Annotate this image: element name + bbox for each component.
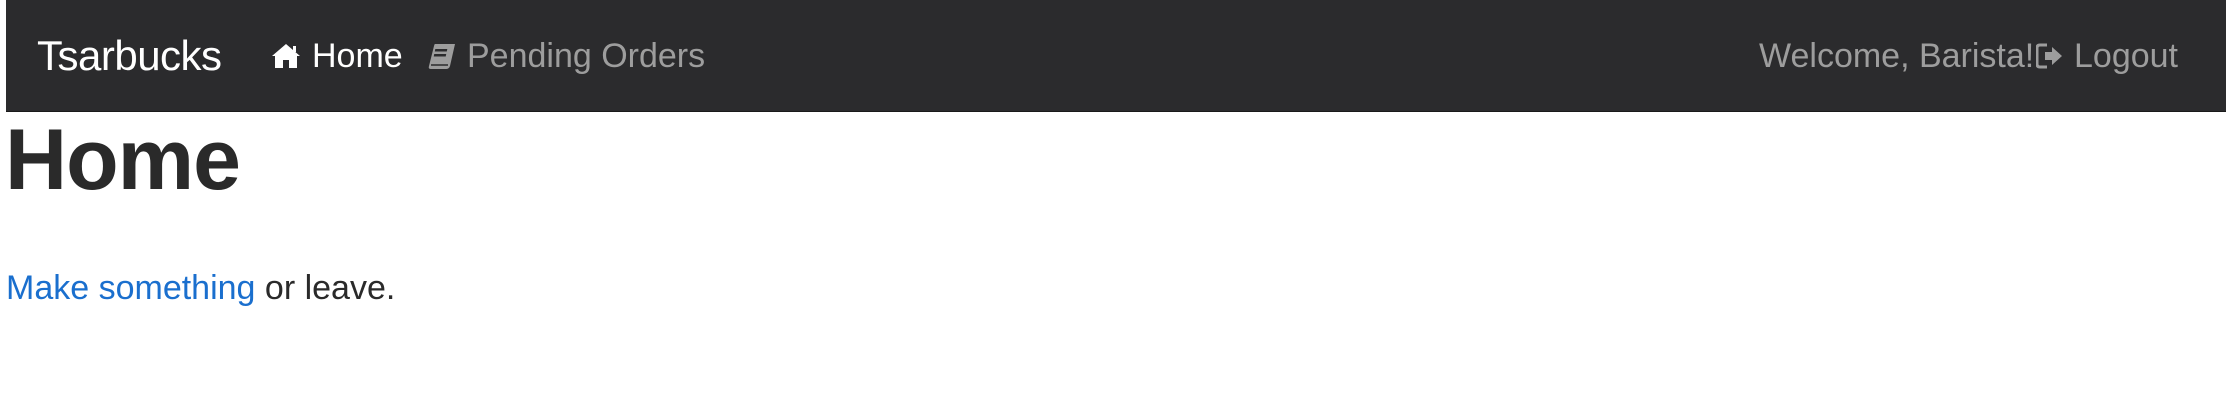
page-title: Home <box>5 112 241 208</box>
logout-label: Logout <box>2074 36 2178 75</box>
nav-item-pending-orders-label: Pending Orders <box>467 36 706 75</box>
home-icon <box>270 42 302 70</box>
brand-link[interactable]: Tsarbucks <box>37 0 222 112</box>
nav-item-pending-orders[interactable]: Pending Orders <box>427 0 705 112</box>
intro-text: Make something or leave. <box>6 264 395 312</box>
intro-trailing-text: or leave. <box>255 269 396 307</box>
logout-icon <box>2036 43 2064 69</box>
welcome-text: Welcome, Barista! <box>1759 37 2035 75</box>
logout-link[interactable]: Logout <box>2036 0 2178 112</box>
nav-item-home-label: Home <box>312 36 403 75</box>
top-navbar: Tsarbucks Home Pending Orders Welcome, B… <box>6 0 2226 112</box>
book-icon <box>427 41 457 71</box>
make-something-link[interactable]: Make something <box>6 269 255 307</box>
nav-item-home[interactable]: Home <box>270 0 403 112</box>
page: Tsarbucks Home Pending Orders Welcome, B… <box>0 0 2228 406</box>
